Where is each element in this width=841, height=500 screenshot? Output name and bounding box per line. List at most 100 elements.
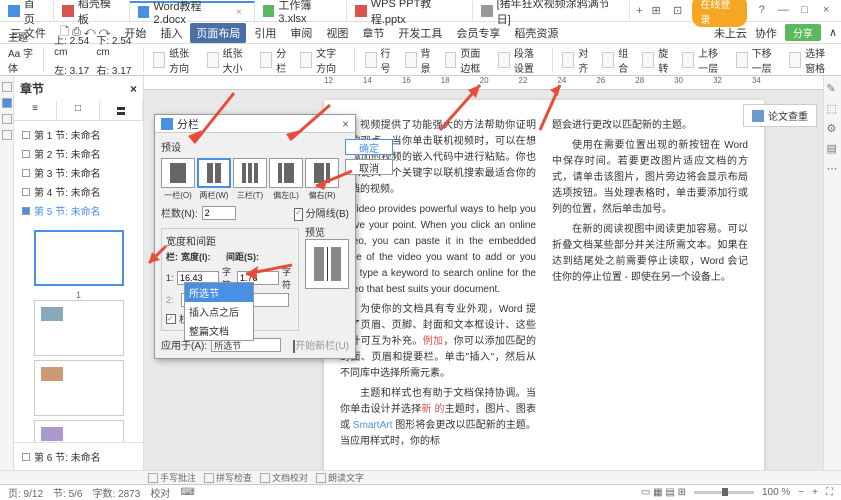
menu-references[interactable]: 引用 <box>248 23 282 43</box>
close-icon[interactable]: × <box>819 4 833 18</box>
leftrail-3-icon[interactable] <box>2 114 12 124</box>
nav-item-3[interactable]: 第 3 节: 未命名 <box>18 163 139 182</box>
pane-icon[interactable] <box>789 52 801 68</box>
indent-icon[interactable] <box>498 52 510 68</box>
thumbnail-2c[interactable] <box>34 420 124 442</box>
tab-template[interactable]: 稻壳模板 <box>54 1 130 21</box>
nav-close-icon[interactable]: × <box>130 82 137 96</box>
thumbnail-2a[interactable] <box>34 300 124 356</box>
zoom-slider[interactable] <box>694 491 754 494</box>
menu-dev[interactable]: 开发工具 <box>392 23 448 43</box>
tab-close-icon[interactable]: × <box>236 7 246 17</box>
nav-item-4[interactable]: 第 4 节: 未命名 <box>18 182 139 201</box>
nav-item-6[interactable]: 第 6 节: 未命名 <box>18 447 139 466</box>
break-icon[interactable] <box>300 52 312 68</box>
user-badge[interactable]: 在线登录 <box>692 0 747 27</box>
status-words[interactable]: 字数: 2873 <box>93 485 141 500</box>
leftrail-4-icon[interactable] <box>2 130 12 140</box>
zoom-in-icon[interactable]: + <box>812 487 818 498</box>
cloud-status[interactable]: 未上云 <box>714 25 747 41</box>
rightrail-settings-icon[interactable]: ⚙ <box>827 122 839 134</box>
border-icon[interactable] <box>445 52 457 68</box>
share-button[interactable]: 分享 <box>785 24 821 41</box>
bb-item-3[interactable]: 文档校对 <box>260 471 308 484</box>
divider-checkbox[interactable] <box>294 208 303 221</box>
size-icon[interactable] <box>207 52 219 68</box>
dropdown-item-whole[interactable]: 整篇文档 <box>185 321 253 340</box>
tab-xlsx[interactable]: 工作簿3.xlsx <box>255 1 347 21</box>
view-mode-icons[interactable]: ▭ ▦ ▤ ⊞ <box>641 487 686 498</box>
columns-icon[interactable] <box>260 52 272 68</box>
orientation-icon[interactable] <box>153 52 165 68</box>
thumbnail-1[interactable] <box>34 230 124 286</box>
tab-add-button[interactable]: + <box>630 5 650 17</box>
leftrail-nav-icon[interactable] <box>2 98 12 108</box>
zoom-out-icon[interactable]: − <box>798 487 804 498</box>
cancel-button[interactable]: 取消 <box>345 159 393 175</box>
preset-one[interactable] <box>161 158 195 188</box>
status-correct[interactable]: 校对 <box>150 485 170 500</box>
menu-review[interactable]: 审阅 <box>284 23 318 43</box>
tab-word-doc[interactable]: Word教程2.docx× <box>130 1 255 21</box>
align-icon[interactable] <box>562 52 574 68</box>
menu-chapter[interactable]: 章节 <box>356 23 390 43</box>
maximize-icon[interactable]: □ <box>798 4 812 18</box>
ribbon-theme[interactable]: 主题 <box>8 29 33 44</box>
bb-item-2[interactable]: 拼写检查 <box>204 471 252 484</box>
tab-ppt[interactable]: WPS PPT教程.pptx <box>347 1 473 21</box>
menu-dropdown-icon[interactable]: ∧ <box>829 26 837 39</box>
lineno-icon[interactable] <box>365 52 377 68</box>
menu-resource[interactable]: 稻壳资源 <box>508 23 564 43</box>
bb-item-1[interactable]: 手写批注 <box>148 471 196 484</box>
status-page[interactable]: 页: 9/12 <box>8 485 43 500</box>
nav-tab-2[interactable]: □ <box>57 101 100 120</box>
nav-item-5[interactable]: 第 5 节: 未命名 <box>18 201 139 220</box>
menu-insert[interactable]: 插入 <box>154 23 188 43</box>
status-section[interactable]: 节: 5/6 <box>53 485 82 500</box>
equal-width-checkbox[interactable] <box>166 314 176 324</box>
status-lang[interactable]: ⌨ <box>180 487 194 498</box>
preset-two[interactable] <box>197 158 231 188</box>
preset-right[interactable] <box>305 158 339 188</box>
bring-icon[interactable] <box>682 52 694 68</box>
rotate-icon[interactable] <box>642 52 654 68</box>
leftrail-search-icon[interactable] <box>2 82 12 92</box>
dropdown-item-section[interactable]: 所选节 <box>185 283 253 302</box>
zoom-value[interactable]: 100 % <box>762 487 790 498</box>
coop-button[interactable]: 协作 <box>755 25 777 41</box>
bb-item-4[interactable]: 朗读文字 <box>316 471 364 484</box>
menu-member[interactable]: 会员专享 <box>450 23 506 43</box>
minimize-icon[interactable]: — <box>776 4 790 18</box>
group-icon[interactable] <box>602 52 614 68</box>
nav-tab-1[interactable]: ≡ <box>14 101 57 120</box>
grid-icon-2[interactable]: ⊡ <box>671 4 685 18</box>
dialog-close-icon[interactable]: × <box>342 117 349 131</box>
rightrail-more-icon[interactable]: ⋯ <box>827 162 839 174</box>
help-icon[interactable]: ? <box>755 4 769 18</box>
fullscreen-icon[interactable]: ⛶ <box>826 487 833 498</box>
ribbon-font[interactable]: Aa 字体 <box>8 45 33 75</box>
margin-top[interactable]: 上: 2.54 cm <box>54 32 90 58</box>
margin-bottom[interactable]: 下: 2.54 cm <box>96 32 132 58</box>
nav-item-2[interactable]: 第 2 节: 未命名 <box>18 144 139 163</box>
nav-tab-3[interactable]: 〓 <box>100 101 143 120</box>
preset-left[interactable] <box>269 158 303 188</box>
nav-item-1[interactable]: 第 1 节: 未命名 <box>18 125 139 144</box>
tab-other[interactable]: [猪年狂欢视频涂鸦满节日] <box>473 1 630 21</box>
tab-home[interactable]: 首页 <box>0 1 54 21</box>
rightrail-select-icon[interactable]: ⬚ <box>827 102 839 114</box>
rightrail-layers-icon[interactable]: ▤ <box>827 142 839 154</box>
menu-page-layout[interactable]: 页面布局 <box>190 23 246 43</box>
thumbnail-2b[interactable] <box>34 360 124 416</box>
preset-three[interactable] <box>233 158 267 188</box>
grid-icon[interactable]: ⊞ <box>649 4 663 18</box>
col-count-input[interactable] <box>202 206 236 220</box>
send-icon[interactable] <box>736 52 748 68</box>
menu-view[interactable]: 视图 <box>320 23 354 43</box>
hyphen-icon[interactable] <box>405 52 417 68</box>
ok-button[interactable]: 确定 <box>345 139 393 155</box>
thesis-check-tag[interactable]: 论文查重 <box>743 104 817 127</box>
rightrail-pen-icon[interactable]: ✎ <box>827 82 839 94</box>
dropdown-item-after[interactable]: 插入点之后 <box>185 302 253 321</box>
horizontal-ruler[interactable]: 12 14 16 18 20 22 24 26 28 30 32 34 <box>144 76 823 90</box>
